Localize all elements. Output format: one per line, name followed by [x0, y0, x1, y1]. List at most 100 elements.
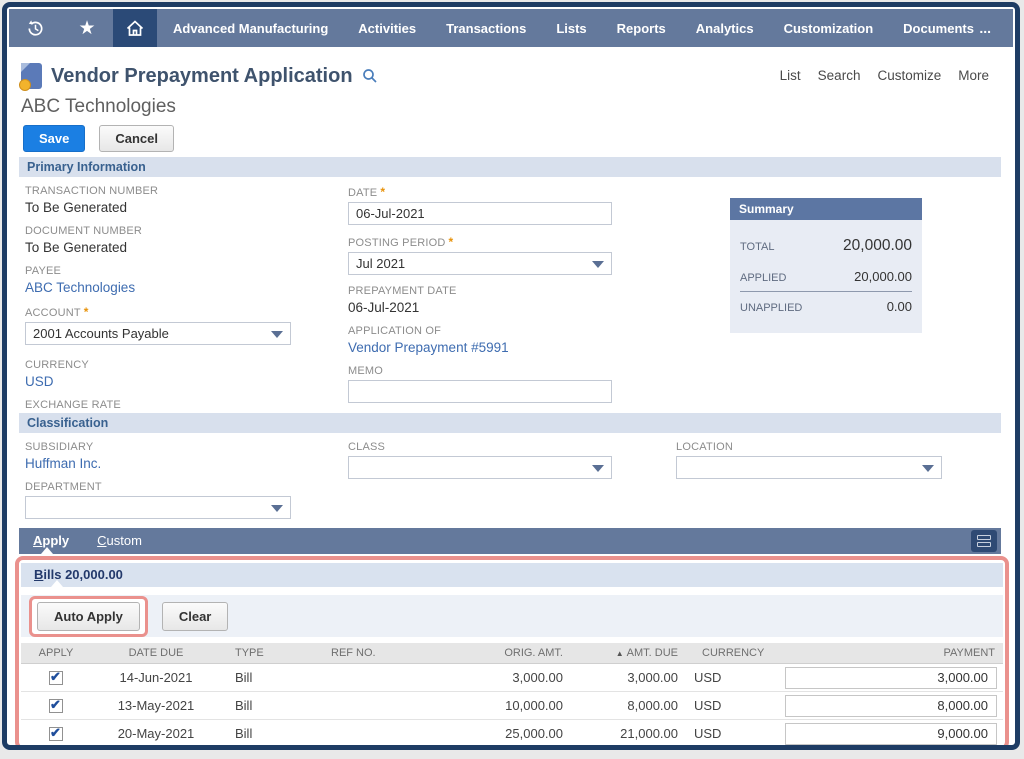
- subsidiary-field: SUBSIDIARY Huffman Inc.: [25, 441, 291, 471]
- nav-item-transactions[interactable]: Transactions: [446, 21, 526, 36]
- posting-period-field: POSTING PERIOD* Jul 2021: [348, 235, 612, 275]
- apply-checkbox[interactable]: [49, 671, 63, 685]
- header-quick-links: List Search Customize More: [780, 68, 989, 83]
- memo-field: MEMO: [348, 365, 612, 403]
- amt-due-cell: 21,000.00: [571, 726, 686, 741]
- bill-type-link[interactable]: Bill: [221, 726, 311, 741]
- amt-due-cell: 3,000.00: [571, 670, 686, 685]
- required-marker: *: [380, 185, 385, 199]
- column-header-date-due[interactable]: DATE DUE: [91, 647, 221, 659]
- date-field: DATE*: [348, 185, 612, 225]
- memo-input[interactable]: [348, 380, 612, 403]
- amt-due-cell: 8,000.00: [571, 698, 686, 713]
- nav-overflow-menu[interactable]: ...: [979, 20, 991, 36]
- nav-menu: Advanced Manufacturing Activities Transa…: [173, 9, 974, 47]
- nav-item-lists[interactable]: Lists: [556, 21, 586, 36]
- search-link[interactable]: Search: [818, 68, 861, 83]
- save-button[interactable]: Save: [23, 125, 85, 152]
- tab-custom[interactable]: Custom: [83, 528, 156, 554]
- nav-item-analytics[interactable]: Analytics: [696, 21, 754, 36]
- list-link[interactable]: List: [780, 68, 801, 83]
- summary-total-row: TOTAL 20,000.00: [740, 230, 912, 262]
- posting-period-select[interactable]: Jul 2021: [348, 252, 612, 275]
- currency-field: CURRENCY USD: [25, 359, 291, 389]
- bill-row: 13-May-2021 Bill 10,000.00 8,000.00 USD: [21, 692, 1003, 720]
- chevron-down-icon: [922, 465, 934, 472]
- screen: ★ Advanced Manufacturing Activities Tran…: [0, 0, 1024, 759]
- bill-type-link[interactable]: Bill: [221, 698, 311, 713]
- payee-link[interactable]: ABC Technologies: [25, 280, 291, 295]
- date-due-link[interactable]: 14-Jun-2021: [91, 670, 221, 685]
- required-marker: *: [84, 305, 89, 319]
- shortcuts-star-icon[interactable]: ★: [61, 9, 113, 47]
- primary-information-header: Primary Information: [19, 157, 1001, 177]
- transaction-document-icon: [21, 63, 42, 89]
- title-search-icon[interactable]: [362, 68, 378, 84]
- classification-header: Classification: [19, 413, 1001, 433]
- location-select[interactable]: [676, 456, 942, 479]
- cancel-button[interactable]: Cancel: [99, 125, 174, 152]
- chevron-down-icon: [271, 331, 283, 338]
- department-select[interactable]: [25, 496, 291, 519]
- apply-checkbox[interactable]: [49, 727, 63, 741]
- more-link[interactable]: More: [958, 68, 989, 83]
- payment-input[interactable]: [785, 695, 997, 717]
- page-header: Vendor Prepayment Application: [21, 63, 378, 89]
- orig-amt-cell: 25,000.00: [461, 726, 571, 741]
- currency-link[interactable]: USD: [25, 374, 291, 389]
- primary-left-column: TRANSACTION NUMBER To Be Generated DOCUM…: [25, 185, 291, 439]
- sort-ascending-icon: ▲: [616, 649, 624, 658]
- column-header-amt-due[interactable]: ▲AMT. DUE: [571, 647, 686, 659]
- customize-link[interactable]: Customize: [877, 68, 941, 83]
- date-input[interactable]: [348, 202, 612, 225]
- date-due-link[interactable]: 20-May-2021: [91, 726, 221, 741]
- class-select[interactable]: [348, 456, 612, 479]
- subsidiary-link[interactable]: Huffman Inc.: [25, 456, 291, 471]
- date-due-link[interactable]: 13-May-2021: [91, 698, 221, 713]
- bills-subtab[interactable]: Bills 20,000.00: [21, 563, 1003, 587]
- account-select[interactable]: 2001 Accounts Payable: [25, 322, 291, 345]
- clear-button[interactable]: Clear: [162, 602, 229, 631]
- auto-apply-button[interactable]: Auto Apply: [37, 602, 140, 631]
- payment-input[interactable]: [785, 723, 997, 745]
- document-number-field: DOCUMENT NUMBER To Be Generated: [25, 225, 291, 255]
- location-field: LOCATION: [676, 441, 942, 479]
- account-field: ACCOUNT* 2001 Accounts Payable: [25, 305, 291, 345]
- tutorial-annotation-box: Bills 20,000.00 Auto Apply Clear APPLY D…: [15, 556, 1009, 750]
- column-header-apply[interactable]: APPLY: [21, 647, 91, 659]
- summary-applied-row: APPLIED 20,000.00: [740, 262, 912, 291]
- bill-type-link[interactable]: Bill: [221, 670, 311, 685]
- tab-apply[interactable]: Apply: [19, 528, 83, 554]
- payment-input[interactable]: [785, 667, 997, 689]
- nav-item-activities[interactable]: Activities: [358, 21, 416, 36]
- nav-item-reports[interactable]: Reports: [617, 21, 666, 36]
- bill-row: 14-Jun-2021 Bill 3,000.00 3,000.00 USD: [21, 664, 1003, 692]
- bills-table-header: APPLY DATE DUE TYPE REF NO. ORIG. AMT. ▲…: [21, 643, 1003, 664]
- recents-icon[interactable]: [9, 9, 61, 47]
- currency-cell: USD: [686, 726, 776, 741]
- summary-title: Summary: [730, 198, 922, 220]
- app-window: ★ Advanced Manufacturing Activities Tran…: [2, 2, 1020, 750]
- column-header-type[interactable]: TYPE: [221, 647, 311, 659]
- application-of-field: APPLICATION OF Vendor Prepayment #5991: [348, 325, 612, 355]
- application-of-link[interactable]: Vendor Prepayment #5991: [348, 340, 612, 355]
- chevron-down-icon: [592, 261, 604, 268]
- currency-cell: USD: [686, 670, 776, 685]
- chevron-down-icon: [271, 505, 283, 512]
- column-header-currency[interactable]: CURRENCY: [686, 647, 776, 659]
- nav-item-customization[interactable]: Customization: [784, 21, 874, 36]
- department-field: DEPARTMENT: [25, 481, 291, 519]
- page-title: Vendor Prepayment Application: [51, 65, 353, 88]
- class-field: CLASS: [348, 441, 612, 479]
- apply-checkbox[interactable]: [49, 699, 63, 713]
- nav-item-documents[interactable]: Documents: [903, 21, 974, 36]
- auto-apply-annotation-box: Auto Apply: [29, 596, 148, 637]
- toggle-layout-icon[interactable]: [971, 530, 997, 552]
- home-icon[interactable]: [113, 9, 157, 47]
- column-header-payment[interactable]: PAYMENT: [776, 647, 1003, 659]
- required-marker: *: [449, 235, 454, 249]
- column-header-orig-amt[interactable]: ORIG. AMT.: [461, 647, 571, 659]
- payee-field: PAYEE ABC Technologies: [25, 265, 291, 295]
- nav-item-advanced-manufacturing[interactable]: Advanced Manufacturing: [173, 21, 328, 36]
- column-header-ref-no[interactable]: REF NO.: [311, 647, 461, 659]
